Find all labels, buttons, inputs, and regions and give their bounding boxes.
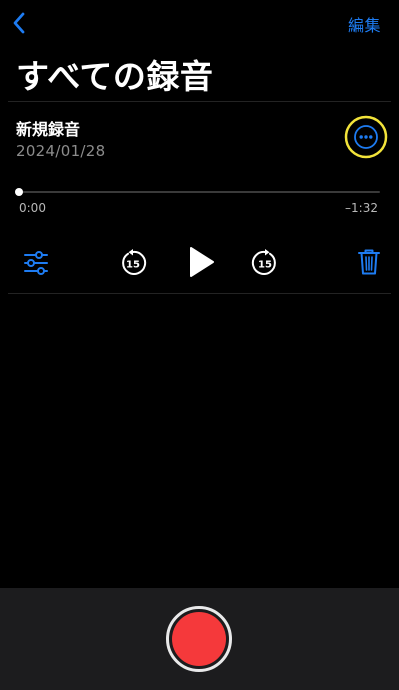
play-button[interactable]: [181, 242, 221, 282]
record-icon: [172, 612, 226, 666]
skip-forward-15-icon: 15: [251, 249, 276, 275]
recording-date: 2024/01/28: [16, 142, 106, 160]
skip-back-15-icon: 15: [122, 249, 147, 275]
skip-back-seconds: 15: [126, 260, 140, 271]
back-button[interactable]: [6, 8, 32, 38]
skip-forward-seconds: 15: [258, 260, 272, 271]
playback-scrubber-thumb[interactable]: [15, 188, 23, 196]
page-title: すべての録音: [16, 57, 214, 96]
list-divider-bottom: [8, 293, 391, 294]
edit-button[interactable]: 編集: [348, 12, 381, 36]
record-button[interactable]: [166, 606, 232, 672]
edit-options-button[interactable]: [20, 247, 52, 279]
trash-icon: [358, 249, 380, 275]
list-divider-top: [8, 101, 391, 102]
play-icon: [190, 247, 214, 277]
elapsed-time: 0:00: [19, 201, 46, 215]
remaining-time: –1:32: [345, 201, 378, 215]
playback-scrubber[interactable]: [15, 188, 380, 196]
more-options-button[interactable]: [343, 114, 389, 160]
recording-title: 新規録音: [16, 120, 81, 139]
sliders-icon: [24, 251, 48, 275]
skip-back-15-button[interactable]: 15: [117, 247, 149, 279]
skip-forward-15-button[interactable]: 15: [249, 247, 281, 279]
ellipsis-circle-icon: [344, 115, 388, 159]
top-navigation-bar: 編集: [0, 0, 399, 48]
chevron-left-icon: [13, 12, 25, 34]
delete-button[interactable]: [353, 246, 385, 278]
